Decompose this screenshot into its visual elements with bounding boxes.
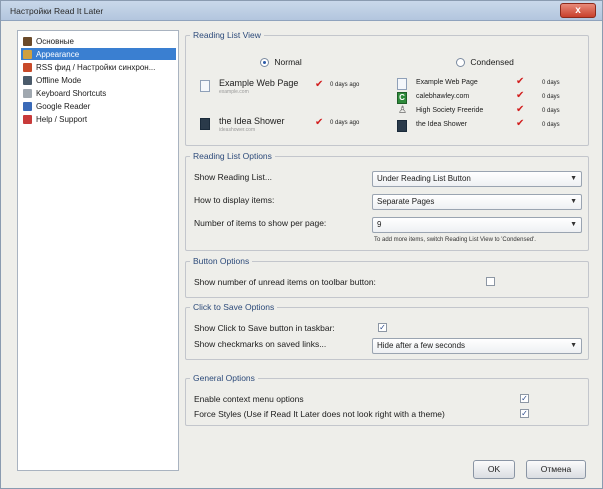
condensed-item-title: the Idea Shower [416,121,467,128]
title-bar[interactable]: Настройки Read It Later x [1,1,602,21]
reading-list-options-group: Reading List Options Show Reading List..… [185,151,589,251]
chevron-down-icon: ▼ [570,198,577,205]
preview-item-title: the Idea Shower [219,116,285,126]
unread-count-label: Show number of unread items on toolbar b… [194,277,376,287]
rss-sync-icon [23,62,32,72]
idea-shower-icon [397,120,407,132]
general-options-group: General Options Enable context menu opti… [185,373,589,426]
appearance-panel: Reading List View Normal Condensed Examp… [185,30,589,440]
context-menu-checkbox[interactable]: ✓ [520,394,529,403]
preview-item-age: 0 days ago [330,82,360,88]
checkmark-icon: ✔ [315,117,324,128]
button-options-group: Button Options Show number of unread ite… [185,256,589,298]
page-icon [200,80,210,92]
offline-icon [23,75,32,85]
help-icon [23,114,32,124]
items-per-page-label: Number of items to show per page: [194,218,327,228]
checkmark-icon: ✔ [315,79,324,90]
items-per-page-select[interactable]: 9 ▼ [372,217,582,233]
click-to-save-group: Click to Save Options Show Click to Save… [185,302,589,360]
preview-item-title: Example Web Page [219,78,299,88]
group-title: Click to Save Options [193,302,275,312]
condensed-item-title: Example Web Page [416,79,478,86]
show-reading-list-select[interactable]: Under Reading List Button ▼ [372,171,582,187]
condensed-item-age: 0 days [542,94,560,100]
page-icon [397,78,407,90]
condensed-item-title: High Society Freeride [416,107,484,114]
preview-item-age: 0 days ago [330,120,360,126]
checkmark-icon: ✔ [516,118,525,129]
group-title: Button Options [193,256,250,266]
display-items-label: How to display items: [194,195,275,205]
sidebar-item-label: Help / Support [36,114,88,124]
checkmark-icon: ✔ [516,104,525,115]
force-styles-label: Force Styles (Use if Read It Later does … [194,409,445,419]
condensed-item-age: 0 days [542,122,560,128]
force-styles-checkbox[interactable]: ✓ [520,409,529,418]
sidebar-item-offline-mode[interactable]: Offline Mode [21,74,176,86]
general-icon [23,36,32,46]
normal-label: Normal [274,57,302,67]
sidebar-item-label: Keyboard Shortcuts [36,88,107,98]
checkmark-icon: ✔ [516,76,525,87]
appearance-icon [23,49,32,59]
condensed-item-age: 0 days [542,80,560,86]
sidebar-item-label: Offline Mode [36,75,82,85]
ok-button[interactable]: OK [473,460,515,479]
settings-sidebar: Основные Appearance RSS фид / Настройки … [17,30,179,471]
sidebar-item-label: Appearance [36,49,80,59]
settings-window: Настройки Read It Later x Основные Appea… [0,0,603,489]
group-title: Reading List View [193,30,261,40]
select-value: 9 [377,220,382,229]
unread-count-checkbox[interactable] [486,277,495,286]
normal-view-option[interactable]: Normal [260,57,302,68]
chevron-down-icon: ▼ [570,221,577,228]
context-menu-label: Enable context menu options [194,394,304,404]
chevron-down-icon: ▼ [570,342,577,349]
idea-shower-icon [200,118,210,130]
close-button[interactable]: x [560,3,596,18]
cancel-button[interactable]: Отмена [526,460,586,479]
checkmarks-select[interactable]: Hide after a few seconds ▼ [372,338,582,354]
per-page-hint: To add more items, switch Reading List V… [374,237,536,243]
sidebar-item-google-reader[interactable]: Google Reader [21,100,176,112]
select-value: Under Reading List Button [377,174,471,183]
condensed-item-age: 0 days [542,108,560,114]
person-icon: ♙ [398,105,407,116]
preview-item-url: ideashower.com [219,127,256,133]
sidebar-item-label: RSS фид / Настройки синхрон... [36,62,156,72]
taskbar-button-label: Show Click to Save button in taskbar: [194,323,335,333]
google-reader-icon [23,101,32,111]
group-title: Reading List Options [193,151,272,161]
sidebar-item-label: Google Reader [36,101,91,111]
reading-list-view-group: Reading List View Normal Condensed Examp… [185,30,589,146]
sidebar-item-rss-sync[interactable]: RSS фид / Настройки синхрон... [21,61,176,73]
checkmark-icon: ✔ [516,90,525,101]
select-value: Hide after a few seconds [377,341,466,350]
condensed-label: Condensed [470,57,514,67]
sidebar-item-help-support[interactable]: Help / Support [21,113,176,125]
taskbar-button-checkbox[interactable]: ✓ [378,323,387,332]
site-icon: C [397,92,407,104]
condensed-item-title: calebhawley.com [416,93,470,100]
preview-item-url: example.com [219,89,249,95]
select-value: Separate Pages [377,197,435,206]
condensed-radio[interactable] [456,58,465,68]
normal-radio[interactable] [260,58,269,68]
sidebar-item-appearance[interactable]: Appearance [21,48,176,60]
display-items-select[interactable]: Separate Pages ▼ [372,194,582,210]
checkmarks-label: Show checkmarks on saved links... [194,339,327,349]
show-reading-list-label: Show Reading List... [194,172,272,182]
sidebar-item-keyboard-shortcuts[interactable]: Keyboard Shortcuts [21,87,176,99]
keyboard-icon [23,88,32,98]
condensed-view-option[interactable]: Condensed [456,57,514,68]
window-title: Настройки Read It Later [10,6,104,16]
group-title: General Options [193,373,255,383]
sidebar-item-label: Основные [36,36,74,46]
sidebar-item-general[interactable]: Основные [21,35,176,47]
chevron-down-icon: ▼ [570,175,577,182]
